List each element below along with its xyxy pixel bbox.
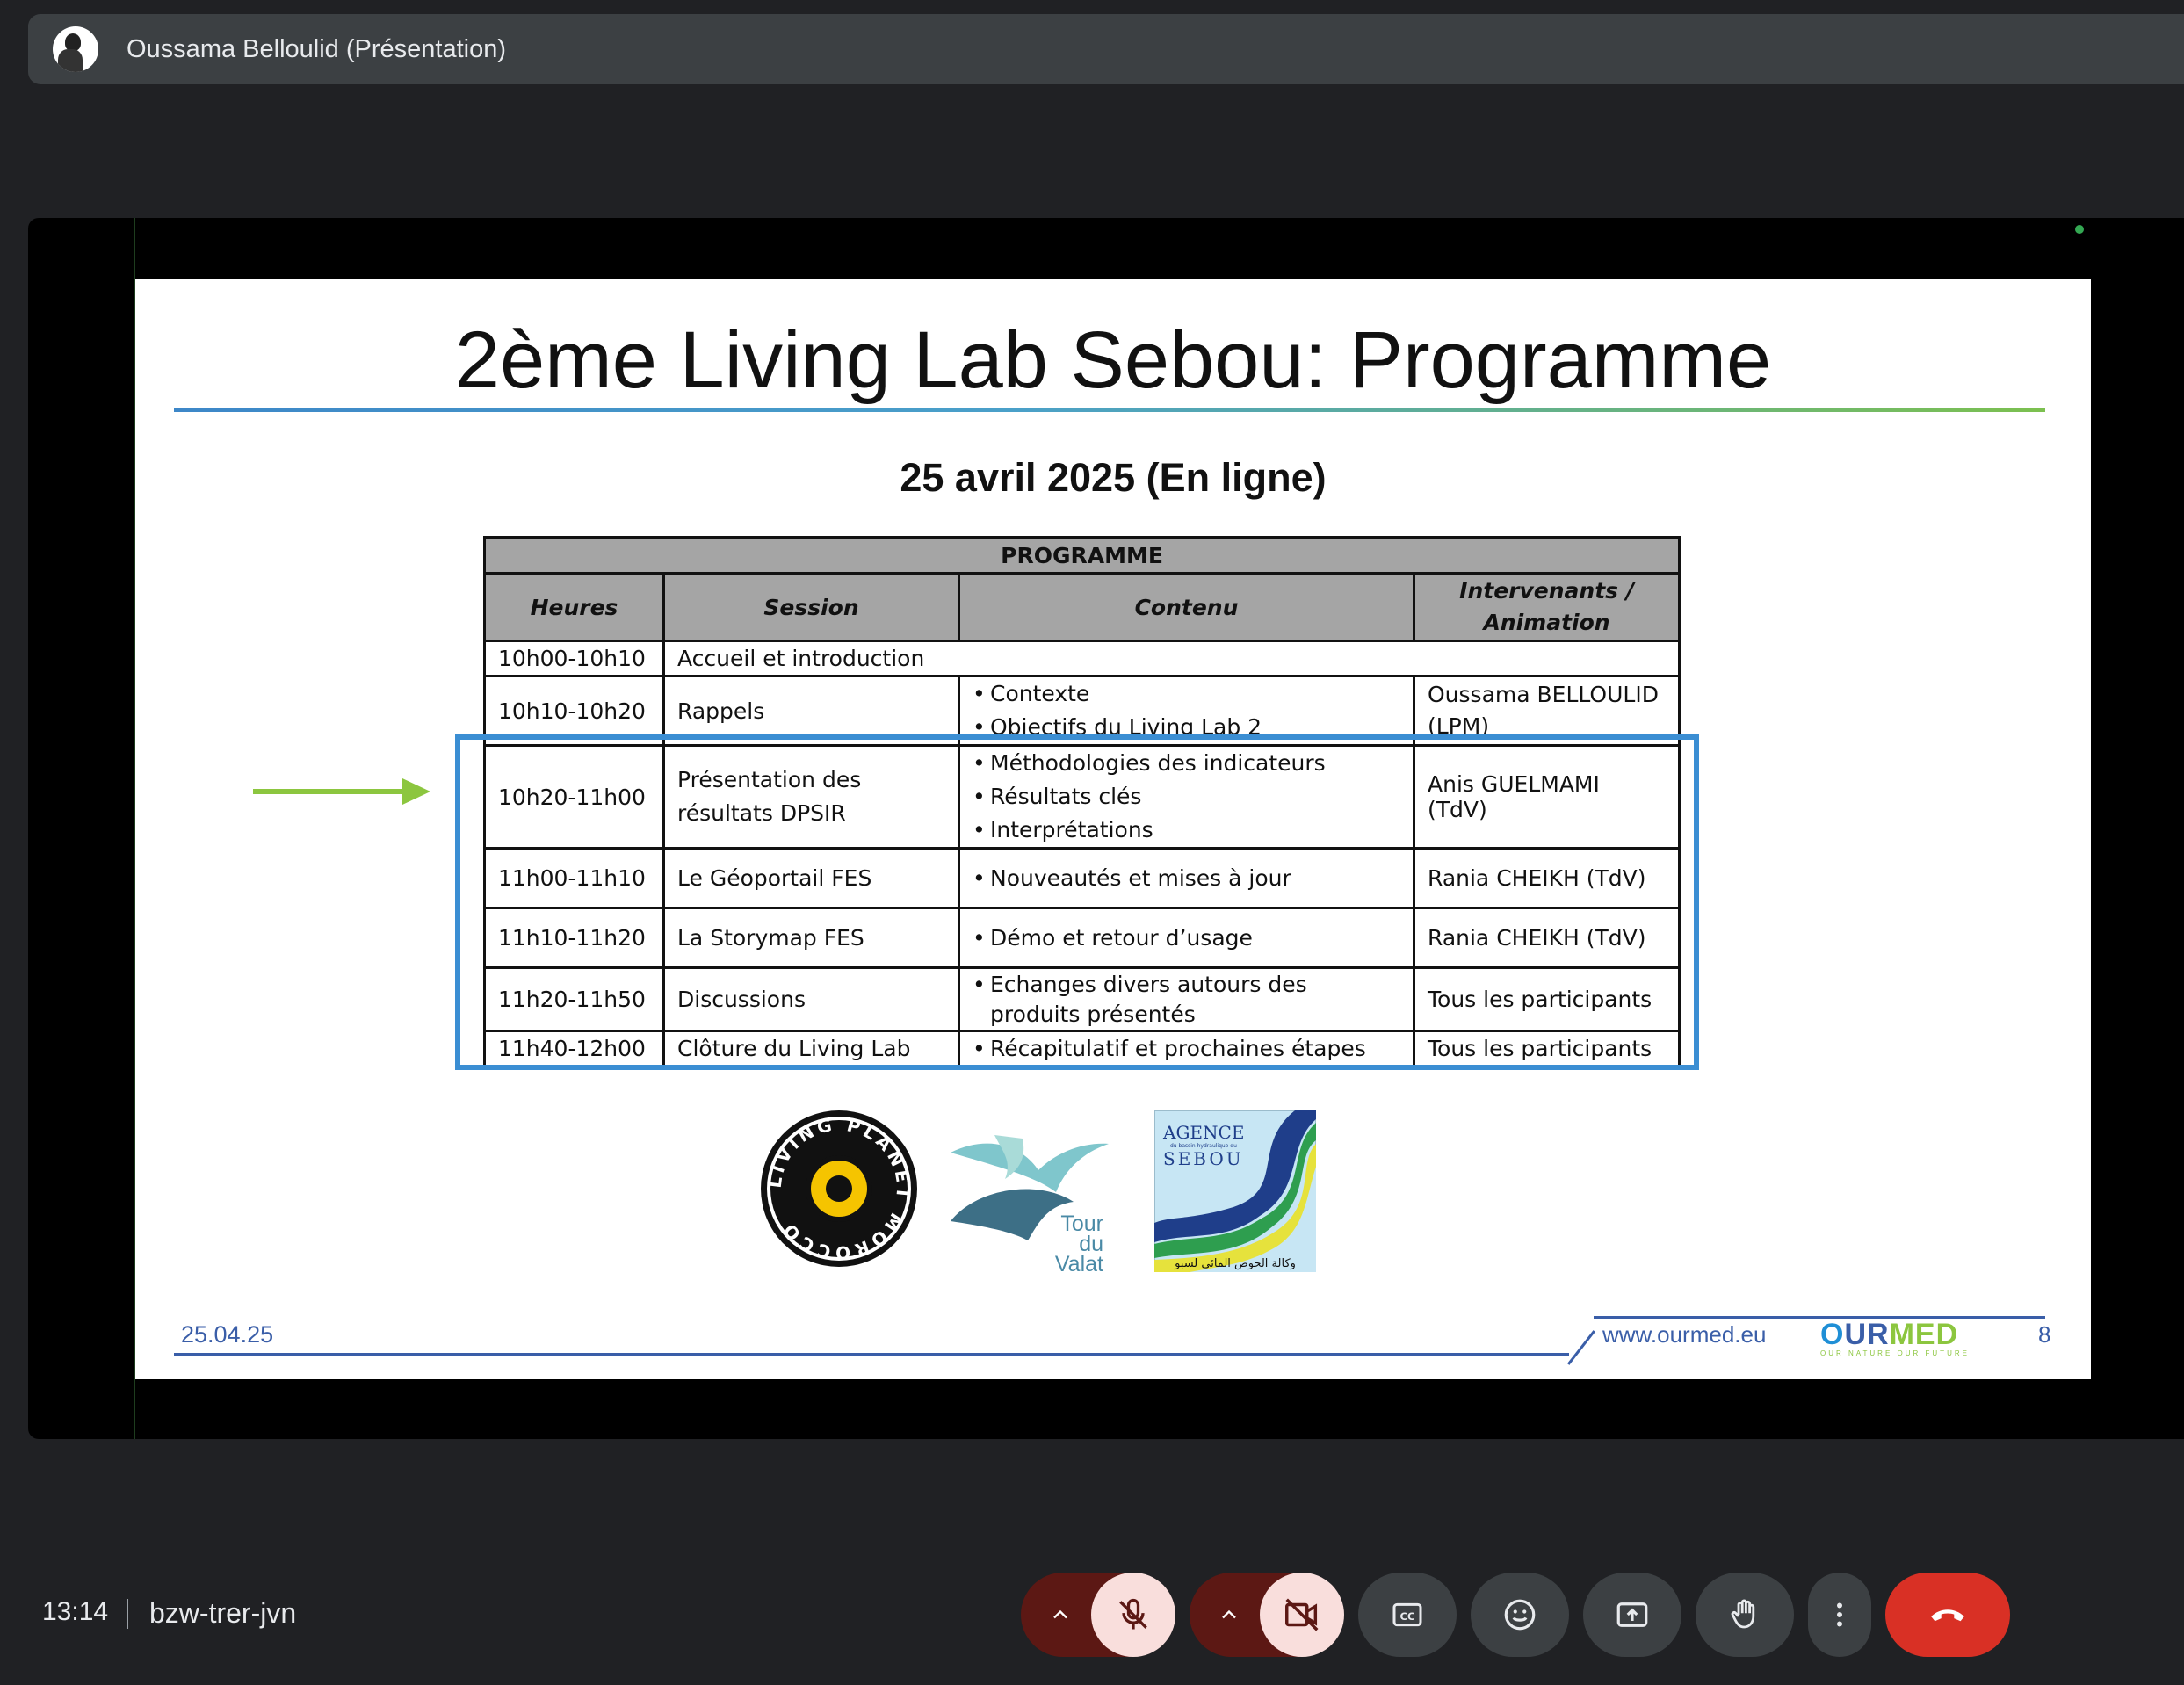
presentation-stage[interactable]: 2ème Living Lab Sebou: Programme 25 avri…: [28, 218, 2184, 1439]
svg-text:وكالة الحوض المائي لسبو: وكالة الحوض المائي لسبو: [1174, 1257, 1296, 1270]
call-end-icon: [1931, 1609, 1964, 1622]
arrow-head-icon: [402, 778, 430, 805]
table-cell-time: 10h00-10h10: [483, 640, 665, 677]
living-planet-morocco-logo: LIVING PLANET MOROCCO: [761, 1110, 917, 1267]
more-vert-icon: [1837, 1602, 1842, 1627]
highlight-box: [455, 734, 1699, 1070]
hand-icon: [1731, 1599, 1755, 1629]
footer-rule-right: [1594, 1316, 2045, 1319]
table-banner: PROGRAMME: [482, 536, 1681, 575]
title-underline: [174, 408, 2045, 412]
table-cell-session: Accueil et introduction: [662, 640, 1681, 677]
list-item: Contexte: [973, 677, 1400, 711]
footer-rule-slant: [1567, 1330, 1595, 1365]
header-session: Session: [662, 572, 960, 642]
presenter-name: Oussama Belloulid (Présentation): [127, 35, 506, 63]
present-button[interactable]: [1583, 1573, 1681, 1657]
header-intervenants: Intervenants / Animation: [1412, 572, 1681, 642]
speaking-indicator: [2075, 225, 2084, 234]
meeting-code[interactable]: bzw-trer-jvn: [149, 1597, 296, 1630]
header-heures: Heures: [483, 572, 665, 642]
chevron-up-icon: [1053, 1609, 1067, 1619]
more-options-button[interactable]: [1808, 1573, 1871, 1657]
present-screen-icon: [1616, 1602, 1648, 1627]
mic-toggle-button[interactable]: [1091, 1573, 1175, 1657]
mic-off-icon: [1119, 1598, 1147, 1630]
slide-title: 2ème Living Lab Sebou: Programme: [454, 315, 1772, 405]
header-contenu: Contenu: [958, 572, 1415, 642]
camera-toggle-button[interactable]: [1260, 1573, 1344, 1657]
svg-text:CC: CC: [1399, 1610, 1414, 1623]
presenter-bar: Oussama Belloulid (Présentation): [28, 14, 2184, 84]
footer-rule: [174, 1353, 1569, 1356]
ourmed-tagline: OUR NATURE OUR FUTURE: [1820, 1349, 1970, 1357]
closed-caption-icon: CC: [1392, 1602, 1422, 1627]
svg-text:SEBOU: SEBOU: [1163, 1148, 1244, 1169]
divider: [127, 1599, 128, 1629]
ourmed-logo: OURMED: [1820, 1318, 1959, 1351]
avatar: [53, 26, 98, 72]
agence-sebou-logo: AGENCE du bassin hydraulique du SEBOU وك…: [1154, 1110, 1316, 1272]
raise-hand-button[interactable]: [1696, 1573, 1794, 1657]
slide-footer-date: 25.04.25: [181, 1321, 274, 1348]
reactions-button[interactable]: [1471, 1573, 1569, 1657]
chevron-up-icon: [1222, 1609, 1236, 1619]
emoji-icon: [1504, 1599, 1536, 1631]
leave-call-button[interactable]: [1885, 1573, 2010, 1657]
arrow-icon: [253, 789, 406, 794]
captions-button[interactable]: CC: [1358, 1573, 1457, 1657]
slide-number: 8: [2038, 1321, 2051, 1348]
slide-date: 25 avril 2025 (En ligne): [900, 455, 1327, 500]
videocam-off-icon: [1285, 1598, 1319, 1631]
svg-text:AGENCE: AGENCE: [1162, 1122, 1244, 1143]
slide-url: www.ourmed.eu: [1602, 1321, 1767, 1348]
meeting-clock: 13:14: [42, 1597, 109, 1626]
slide: 2ème Living Lab Sebou: Programme 25 avri…: [135, 279, 2091, 1379]
tdv-logo-text: Tour du Valat: [1054, 1211, 1103, 1276]
